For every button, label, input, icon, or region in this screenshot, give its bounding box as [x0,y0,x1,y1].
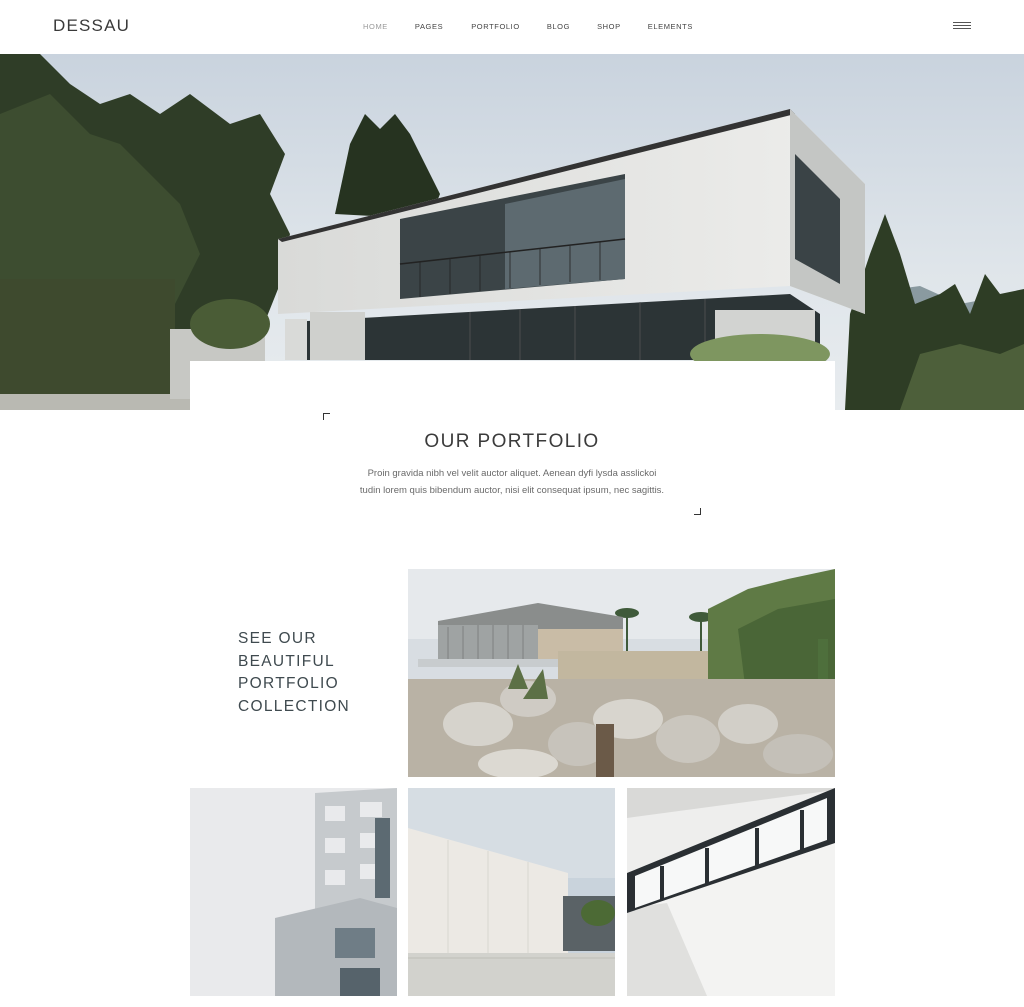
portfolio-item-tower[interactable] [190,788,397,996]
hamburger-menu-icon[interactable] [953,22,971,32]
portfolio-description-line-1: Proin gravida nibh vel velit auctor aliq… [367,468,657,479]
portfolio-item-desert-house[interactable] [408,569,835,777]
portfolio-intro: OUR PORTFOLIO Proin gravida nibh vel vel… [0,410,1024,530]
portfolio-description: Proin gravida nibh vel velit auctor aliq… [312,465,712,499]
nav-portfolio[interactable]: PORTFOLIO [471,22,520,31]
nav-shop[interactable]: SHOP [597,22,621,31]
collection-line-3: PORTFOLIO [238,675,339,692]
site-logo[interactable]: DESSAU [53,16,130,36]
nav-elements[interactable]: ELEMENTS [648,22,693,31]
portfolio-description-line-2: tudin lorem quis bibendum auctor, nisi e… [359,485,665,496]
portfolio-title: OUR PORTFOLIO [424,431,600,452]
hero-image [0,54,1024,410]
nav-home[interactable]: HOME [363,22,388,31]
nav-blog[interactable]: BLOG [547,22,570,31]
collection-line-1: SEE OUR [238,630,317,647]
collection-heading: SEE OUR BEAUTIFUL PORTFOLIO COLLECTION [238,628,350,718]
main-nav: HOME PAGES PORTFOLIO BLOG SHOP ELEMENTS [363,22,693,31]
collection-line-2: BEAUTIFUL [238,652,335,670]
portfolio-item-warehouse[interactable] [408,788,615,996]
collection-line-4: COLLECTION [238,697,351,715]
site-header: DESSAU HOME PAGES PORTFOLIO BLOG SHOP EL… [0,0,1024,54]
portfolio-item-interior[interactable] [627,788,835,996]
nav-pages[interactable]: PAGES [415,22,443,31]
corner-bracket-top-left [323,413,330,420]
hero-overlap-panel [190,361,835,411]
corner-bracket-bottom-right [694,508,701,515]
